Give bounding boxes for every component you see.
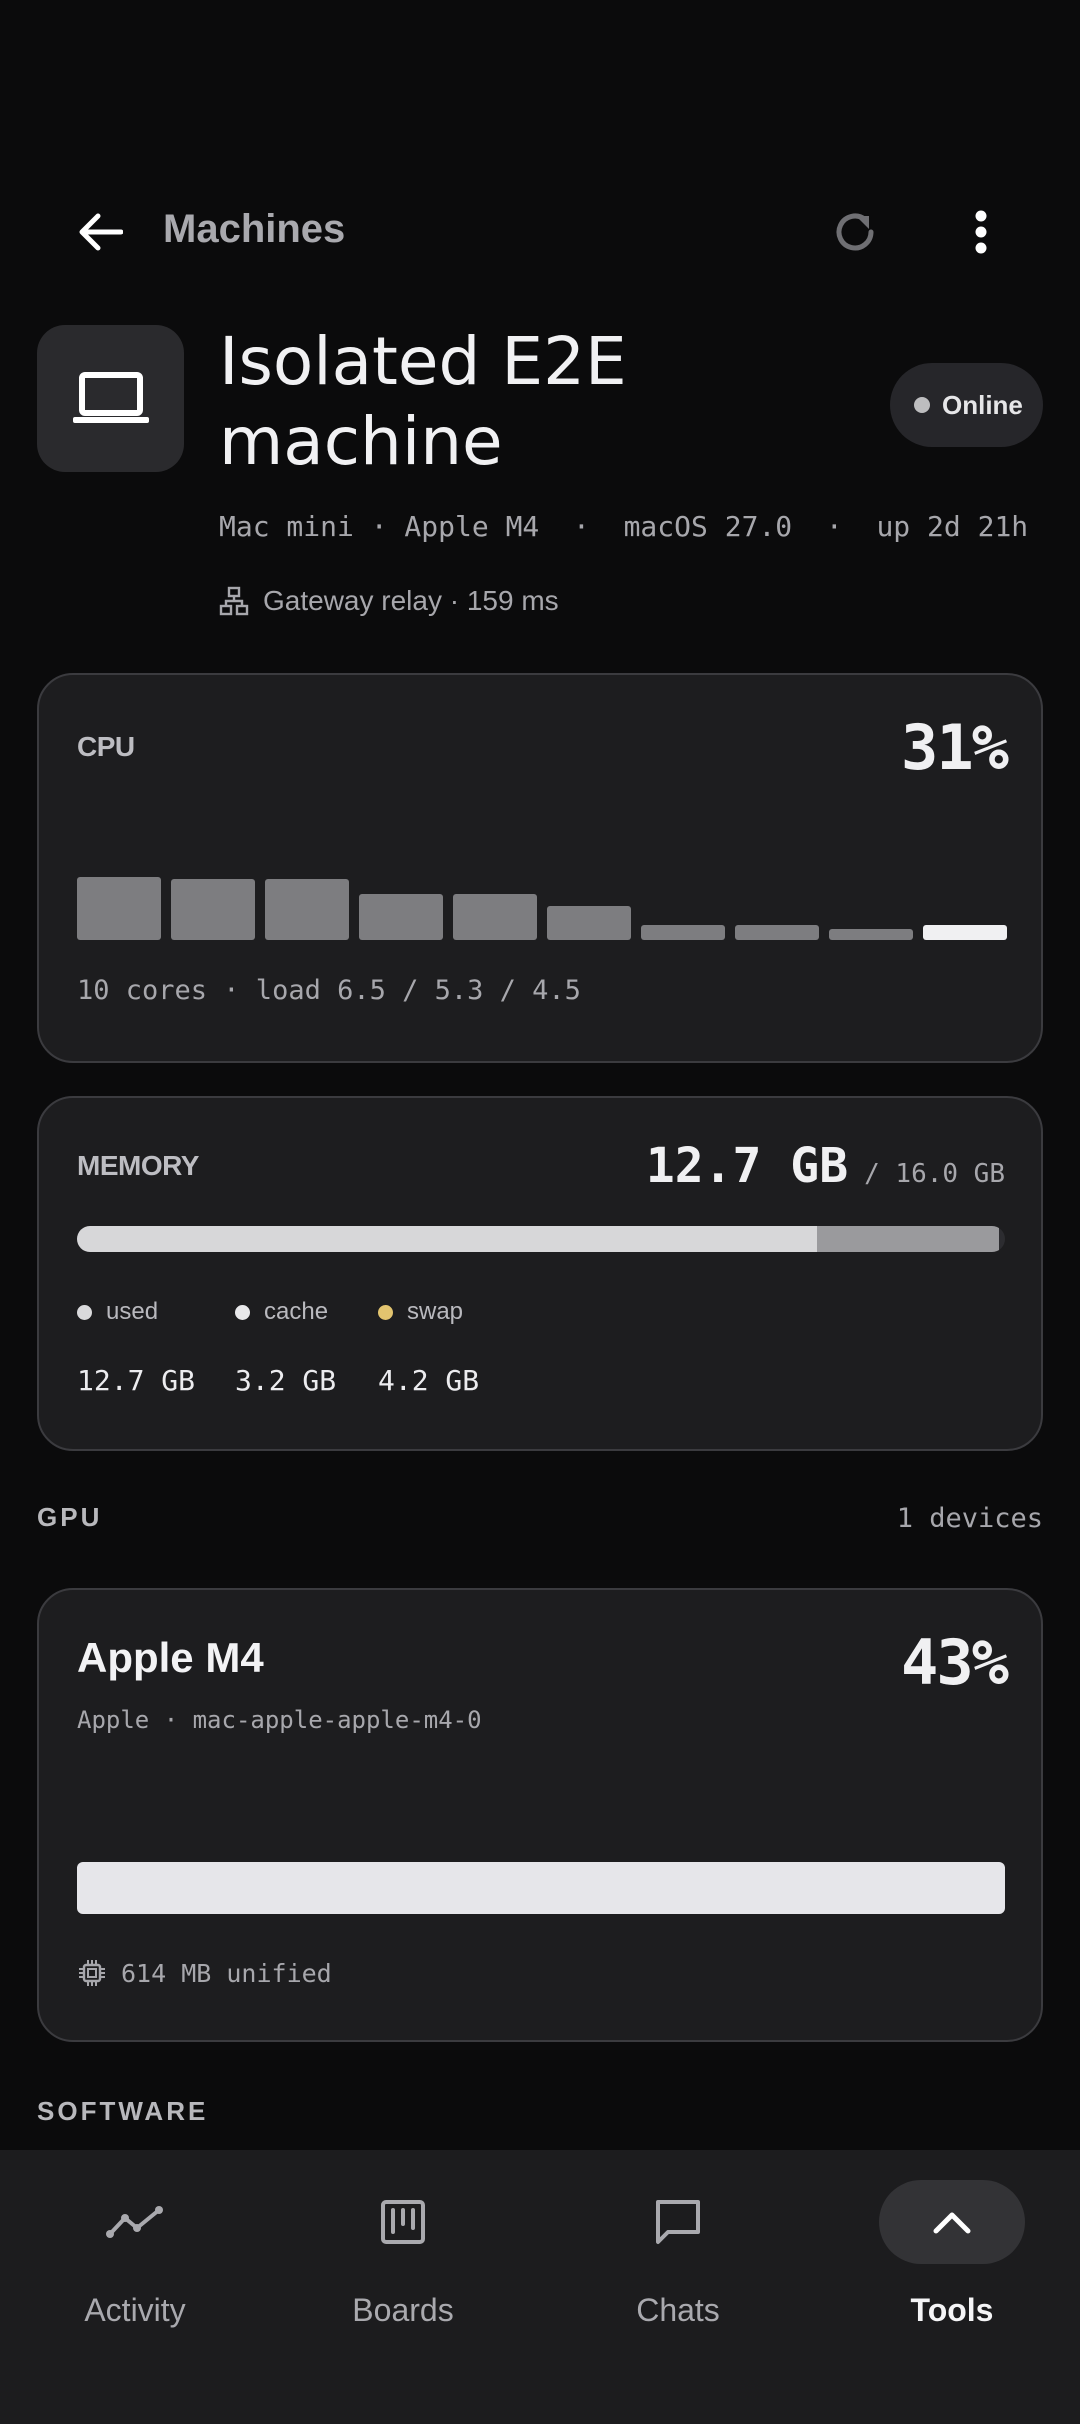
relay-info: Gateway relay · 159 ms <box>219 585 559 617</box>
memory-card[interactable]: MEMORY 12.7 GB / 16.0 GB used cache swap… <box>37 1096 1043 1451</box>
relay-text: Gateway relay · 159 ms <box>263 585 559 616</box>
memory-bar <box>77 1226 1005 1252</box>
memory-label: MEMORY <box>77 1150 199 1181</box>
boards-icon <box>381 2200 425 2244</box>
page-title: Machines <box>163 207 346 251</box>
gpu-name: Apple M4 <box>77 1634 264 1681</box>
top-app-bar: Machines <box>0 180 1080 284</box>
refresh-button[interactable] <box>820 200 890 264</box>
cpu-core-bar <box>735 925 819 940</box>
nav-label: Chats <box>636 2292 720 2328</box>
legend-dot <box>77 1304 92 1320</box>
cpu-core-bar <box>265 879 349 940</box>
gpu-device-count: 1 devices <box>896 1503 1043 1534</box>
gpu-usage-bar <box>77 1862 1005 1914</box>
nav-tools[interactable]: Tools <box>817 2150 1080 2340</box>
swap-value: 4.2 GB <box>378 1364 480 1397</box>
memory-used-fill <box>77 1226 817 1252</box>
cpu-core-bar <box>923 925 1007 940</box>
legend-label: used <box>106 1298 159 1325</box>
cpu-percent: 31% <box>901 711 1009 784</box>
cpu-core-bar <box>547 906 631 940</box>
nav-icon-container <box>605 2180 751 2264</box>
legend-swap: swap <box>378 1298 463 1326</box>
activity-icon <box>106 2206 163 2238</box>
cpu-card[interactable]: CPU 31% 10 cores · load 6.5 / 5.3 / 4.5 <box>37 673 1043 1063</box>
laptop-icon <box>72 371 149 423</box>
cpu-core-bar <box>171 879 255 940</box>
memory-cache-fill <box>817 1226 999 1252</box>
used-value: 12.7 GB <box>77 1364 196 1397</box>
refresh-icon <box>836 213 874 251</box>
gpu-usage-fill <box>77 1862 1005 1914</box>
gpu-subtitle: Apple · mac-apple-apple-m4-0 <box>77 1706 482 1734</box>
software-section-title: SOFTWARE <box>37 2096 209 2126</box>
cache-value: 3.2 GB <box>235 1364 337 1397</box>
nav-label: Tools <box>910 2292 994 2328</box>
gpu-section-title: GPU <box>37 1502 103 1532</box>
memory-total: / 16.0 GB <box>864 1159 1005 1189</box>
chevron-up-icon <box>933 2212 971 2234</box>
cpu-core-bar <box>77 877 161 940</box>
gpu-memory: 614 MB unified <box>77 1958 332 1988</box>
legend-dot <box>235 1304 250 1320</box>
memory-used: 12.7 GB <box>645 1138 849 1194</box>
gpu-card[interactable]: Apple M4 43% Apple · mac-apple-apple-m4-… <box>37 1588 1043 2042</box>
memory-legend: used cache swap <box>77 1298 463 1326</box>
status-badge: Online <box>890 363 1043 447</box>
chats-icon <box>656 2200 700 2244</box>
more-vert-icon <box>975 210 987 254</box>
gpu-memory-text: 614 MB unified <box>121 1958 332 1988</box>
bottom-navigation: Activity Boards Chats Tools <box>0 2150 1080 2424</box>
memory-legend-values: 12.7 GB 3.2 GB 4.2 GB <box>77 1364 479 1397</box>
cpu-core-bar <box>641 925 725 940</box>
cpu-core-bar <box>453 894 537 940</box>
legend-label: swap <box>407 1298 464 1325</box>
cpu-label: CPU <box>77 731 135 762</box>
nav-icon-container <box>879 2180 1025 2264</box>
cpu-core-bars <box>77 865 1009 940</box>
chip-icon <box>79 1960 105 1986</box>
more-options-button[interactable] <box>946 200 1016 264</box>
machine-name: Isolated E2E machine <box>219 323 627 480</box>
legend-used: used <box>77 1298 235 1326</box>
legend-label: cache <box>264 1298 329 1325</box>
network-icon <box>219 586 249 616</box>
legend-cache: cache <box>235 1298 378 1326</box>
arrow-left-icon <box>79 213 123 251</box>
cpu-core-bar <box>359 894 443 940</box>
memory-value: 12.7 GB / 16.0 GB <box>646 1138 1005 1194</box>
status-text: Online <box>942 389 1023 420</box>
nav-label: Activity <box>84 2292 186 2328</box>
nav-icon-container <box>62 2180 208 2264</box>
status-dot <box>914 397 930 413</box>
legend-dot <box>378 1304 393 1320</box>
nav-activity[interactable]: Activity <box>0 2150 270 2340</box>
nav-chats[interactable]: Chats <box>543 2150 813 2340</box>
cpu-footer: 10 cores · load 6.5 / 5.3 / 4.5 <box>77 975 581 1006</box>
cpu-core-bar <box>829 929 913 940</box>
machine-avatar <box>37 325 184 472</box>
gpu-percent: 43% <box>901 1626 1009 1699</box>
machine-specs: Mac mini · Apple M4 · macOS 27.0 · up 2d… <box>219 510 1029 543</box>
nav-icon-container <box>330 2180 476 2264</box>
nav-label: Boards <box>352 2292 454 2328</box>
nav-boards[interactable]: Boards <box>268 2150 538 2340</box>
back-button[interactable] <box>60 202 140 262</box>
